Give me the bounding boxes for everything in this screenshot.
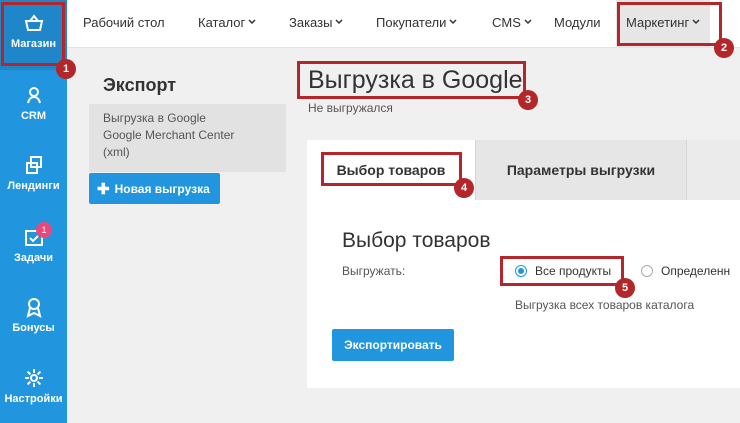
shopping-basket-icon [24,14,43,31]
nav-label: Заказы [289,15,333,30]
notification-badge: 1 [36,222,52,238]
sidebar-item-label: Настройки [4,393,63,405]
new-export-label: Новая выгрузка [114,181,210,196]
nav-label: Рабочий стол [83,15,165,30]
nav-label: Модули [554,15,601,30]
tab-export-parameters[interactable]: Параметры выгрузки [475,140,687,200]
annotation-number: 1 [56,59,76,79]
nav-item-dashboard[interactable]: Рабочий стол [83,0,165,48]
nav-label: CMS [492,15,521,30]
landing-icon [25,156,42,174]
radio-all-products[interactable]: Все продукты [515,264,611,278]
sidebar-item-tasks[interactable]: 1 Задачи [0,214,67,284]
annotation-number: 5 [615,278,635,298]
chevron-down-icon [335,19,343,25]
nav-item-customers[interactable]: Покупатели [376,0,457,48]
tab-more[interactable] [687,140,740,200]
export-item-line: Google Merchant Center [103,128,235,142]
nav-item-modules[interactable]: Модули [554,0,601,48]
nav-item-marketing[interactable]: Маркетинг [616,0,711,48]
top-navigation: Рабочий стол Каталог Заказы Покупатели C… [67,0,740,48]
nav-item-catalog[interactable]: Каталог [198,0,256,48]
tab-product-selection[interactable]: Выбор товаров [307,140,475,200]
award-icon [26,298,41,318]
radio-specific-products[interactable]: Определенн [641,264,730,278]
annotation-number: 4 [454,178,474,198]
sidebar-item-label: CRM [20,110,47,122]
export-scope-label: Выгружать: [342,264,406,278]
chevron-down-icon [449,19,457,25]
sidebar-item-crm[interactable]: CRM [0,72,67,142]
radio-button-icon [515,265,527,277]
section-title: Выбор товаров [342,229,491,252]
export-list-item[interactable]: Выгрузка в Google Google Merchant Center… [89,104,286,172]
export-button[interactable]: Экспортировать [332,329,454,361]
option-hint: Выгрузка всех товаров каталога [515,298,695,312]
page-title: Выгрузка в Google [308,66,523,94]
nav-item-cms[interactable]: CMS [492,0,532,48]
sidebar-item-label: Задачи [14,252,53,264]
export-status: Не выгружался [308,101,393,115]
export-item-line: Выгрузка в Google [103,111,206,125]
gear-icon [24,369,43,387]
annotation-number: 2 [714,38,734,58]
radio-label: Определенн [661,264,731,278]
sidebar-item-bonuses[interactable]: Бонусы [0,284,67,354]
sidebar-item-label: Бонусы [12,322,55,334]
annotation-number: 3 [518,90,538,110]
sidebar-item-shop[interactable]: Магазин [0,0,67,70]
user-icon [26,87,41,104]
radio-label: Все продукты [535,264,612,278]
tab-label: Параметры выгрузки [506,162,656,178]
nav-label: Каталог [198,15,246,30]
chevron-down-icon [692,19,700,25]
sidebar-item-label: Лендинги [7,180,60,192]
export-item-line: (xml) [103,145,130,159]
tab-label: Выбор товаров [336,162,446,178]
nav-label: Покупатели [376,15,447,30]
chevron-down-icon [248,19,256,25]
export-panel-title: Экспорт [103,75,177,95]
nav-label: Маркетинг [626,15,690,30]
chevron-down-icon [524,19,532,25]
nav-item-orders[interactable]: Заказы [289,0,343,48]
new-export-button[interactable]: ✚ Новая выгрузка [89,173,220,204]
plus-icon: ✚ [97,180,110,198]
sidebar-item-landings[interactable]: Лендинги [0,142,67,212]
sidebar-item-settings[interactable]: Настройки [0,355,67,423]
sidebar-item-label: Магазин [10,38,57,50]
radio-button-icon [641,265,653,277]
